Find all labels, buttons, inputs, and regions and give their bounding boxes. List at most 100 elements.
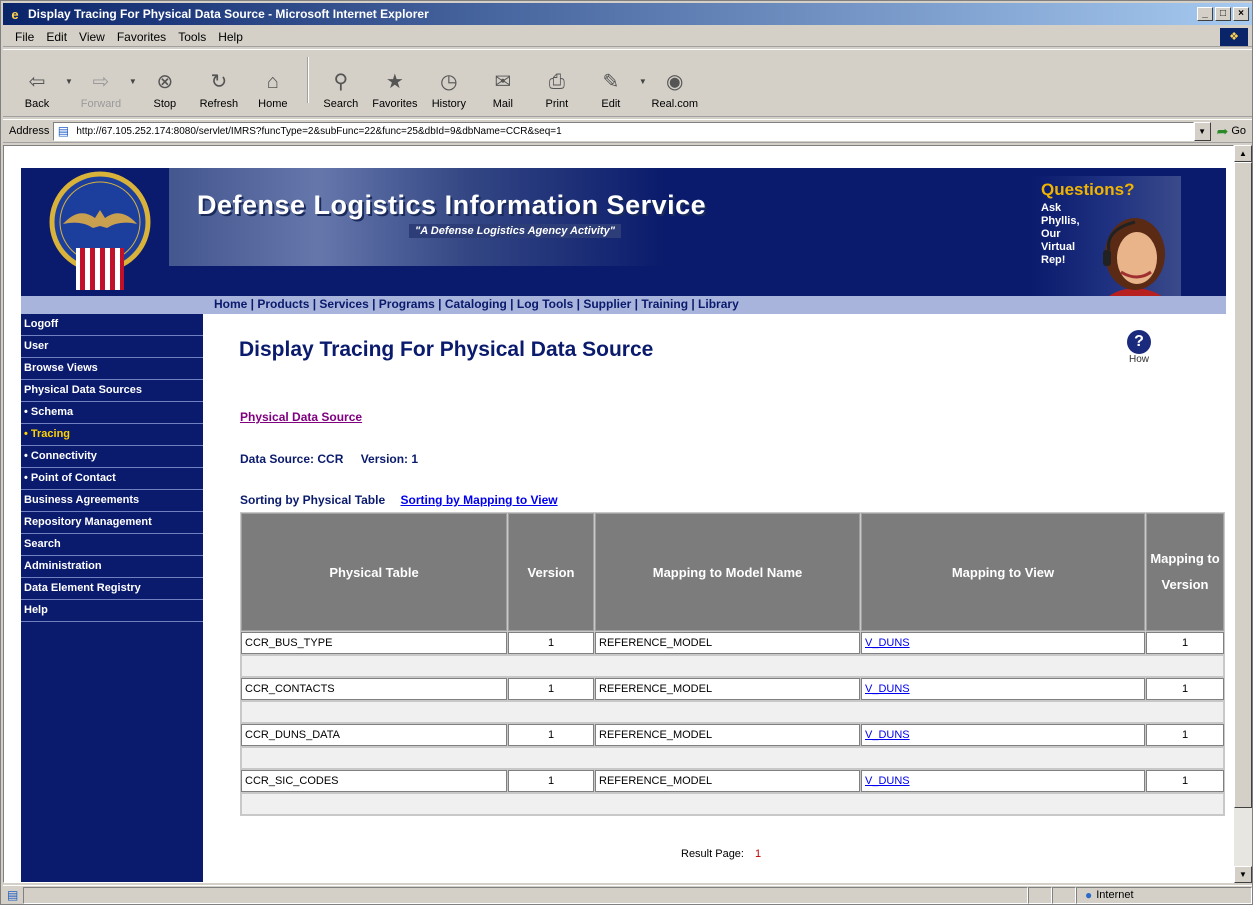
forward-button[interactable]: ⇨ Forward	[75, 70, 127, 110]
scroll-down-icon[interactable]: ▼	[1234, 866, 1252, 883]
address-dropdown-icon[interactable]: ▼	[1193, 121, 1211, 141]
banner-subtitle: "A Defense Logistics Agency Activity"	[409, 224, 621, 238]
cell-version: 1	[508, 678, 594, 700]
address-url: http://67.105.252.174:8080/servlet/IMRS?…	[76, 125, 562, 137]
cell-model: REFERENCE_MODEL	[595, 632, 860, 654]
top-nav-links[interactable]: Home | Products | Services | Programs | …	[214, 297, 739, 311]
cell-view: V_DUNS	[861, 724, 1145, 746]
security-zone: ● Internet	[1076, 886, 1252, 904]
version-label: Version: 1	[360, 452, 419, 466]
edit-button[interactable]: ✎ Edit	[585, 70, 637, 110]
result-page-number[interactable]: 1	[755, 848, 761, 860]
view-link[interactable]: V_DUNS	[865, 683, 910, 695]
home-button[interactable]: ⌂ Home	[247, 70, 299, 110]
cell-model: REFERENCE_MODEL	[595, 678, 860, 700]
forward-arrow-icon: ⇨	[92, 71, 110, 93]
col-mapping-view: Mapping to View	[861, 513, 1145, 631]
edit-dropdown-icon[interactable]: ▼	[639, 77, 647, 86]
refresh-icon: ↻	[210, 71, 228, 93]
cell-version: 1	[508, 632, 594, 654]
menu-file[interactable]: File	[9, 30, 40, 44]
address-label: Address	[9, 125, 50, 137]
sidebar-item-administration[interactable]: Administration	[21, 556, 203, 578]
sidebar-item-repository-management[interactable]: Repository Management	[21, 512, 203, 534]
sidebar-item-schema[interactable]: • Schema	[21, 402, 203, 424]
data-source-info: Data Source: CCR Version: 1	[240, 452, 432, 466]
real-icon: ◉	[666, 71, 684, 93]
cell-physical-table: CCR_DUNS_DATA	[241, 724, 507, 746]
close-button[interactable]: ×	[1233, 7, 1249, 21]
questions-text: Ask Phyllis, Our Virtual Rep!	[1041, 202, 1080, 266]
menu-edit[interactable]: Edit	[40, 30, 73, 44]
question-mark-icon: ?	[1127, 330, 1151, 354]
menu-view[interactable]: View	[73, 30, 111, 44]
search-button[interactable]: ⚲ Search	[315, 70, 367, 110]
sidebar-item-logoff[interactable]: Logoff	[21, 314, 203, 336]
stop-button[interactable]: ⊗ Stop	[139, 70, 191, 110]
go-button[interactable]: ➦ Go	[1217, 123, 1246, 140]
home-icon: ⌂	[266, 71, 279, 93]
result-page-label: Result Page:	[681, 848, 744, 860]
refresh-button[interactable]: ↻ Refresh	[193, 70, 245, 110]
cell-map-version: 1	[1146, 632, 1224, 654]
sidebar-item-help[interactable]: Help	[21, 600, 203, 622]
back-arrow-icon: ⇦	[28, 71, 46, 93]
title-bar: e Display Tracing For Physical Data Sour…	[3, 3, 1252, 25]
dlis-banner: Defense Logistics Information Service "A…	[21, 168, 1226, 314]
status-text-pane	[23, 886, 1028, 904]
sidebar-item-physical-data-sources[interactable]: Physical Data Sources	[21, 380, 203, 402]
menu-tools[interactable]: Tools	[172, 30, 212, 44]
cell-physical-table: CCR_SIC_CODES	[241, 770, 507, 792]
how-help-button[interactable]: ? How	[1121, 330, 1157, 365]
mail-icon: ✉	[494, 71, 512, 93]
sidebar-item-point-of-contact[interactable]: • Point of Contact	[21, 468, 203, 490]
table-row: CCR_SIC_CODES 1 REFERENCE_MODEL V_DUNS 1	[241, 770, 1224, 792]
sort-options: Sorting by Physical Table Sorting by Map…	[240, 493, 558, 507]
sidebar-item-browse-views[interactable]: Browse Views	[21, 358, 203, 380]
sidebar-item-tracing[interactable]: • Tracing	[21, 424, 203, 446]
scroll-up-icon[interactable]: ▲	[1234, 145, 1252, 162]
menu-bar: File Edit View Favorites Tools Help ❖	[3, 27, 1252, 47]
questions-title: Questions?	[1041, 180, 1135, 199]
menu-favorites[interactable]: Favorites	[111, 30, 172, 44]
menu-help[interactable]: Help	[212, 30, 249, 44]
sidebar-item-user[interactable]: User	[21, 336, 203, 358]
realcom-button[interactable]: ◉ Real.com	[649, 70, 701, 110]
sidebar-item-search[interactable]: Search	[21, 534, 203, 556]
go-arrow-icon: ➦	[1216, 122, 1229, 139]
sidebar-item-connectivity[interactable]: • Connectivity	[21, 446, 203, 468]
view-link[interactable]: V_DUNS	[865, 637, 910, 649]
sidebar: Logoff User Browse Views Physical Data S…	[21, 314, 203, 882]
table-header-row: Physical Table Version Mapping to Model …	[241, 513, 1224, 631]
address-input[interactable]: ▤ http://67.105.252.174:8080/servlet/IMR…	[53, 121, 1194, 141]
physical-data-source-link[interactable]: Physical Data Source	[240, 410, 362, 424]
spacer-row	[241, 793, 1224, 815]
windows-logo-icon: ❖	[1220, 27, 1248, 46]
favorites-button[interactable]: ★ Favorites	[369, 70, 421, 110]
back-button[interactable]: ⇦ Back	[11, 70, 63, 110]
page-status-icon: ▤	[7, 888, 19, 902]
table-row: CCR_CONTACTS 1 REFERENCE_MODEL V_DUNS 1	[241, 678, 1224, 700]
col-mapping-version: Mapping to Version	[1146, 513, 1224, 631]
maximize-button[interactable]: □	[1215, 7, 1231, 21]
how-label: How	[1128, 354, 1149, 365]
result-pager: Result Page: 1	[681, 848, 761, 860]
sidebar-item-business-agreements[interactable]: Business Agreements	[21, 490, 203, 512]
view-link[interactable]: V_DUNS	[865, 729, 910, 741]
back-dropdown-icon[interactable]: ▼	[65, 77, 73, 86]
tracing-table: Physical Table Version Mapping to Model …	[240, 512, 1225, 816]
top-nav: Home | Products | Services | Programs | …	[21, 296, 1226, 314]
history-button[interactable]: ◷ History	[423, 70, 475, 110]
sort-by-mapping-link[interactable]: Sorting by Mapping to View	[401, 493, 558, 507]
page-viewport: Defense Logistics Information Service "A…	[3, 145, 1234, 883]
minimize-button[interactable]: _	[1197, 7, 1213, 21]
window-title: Display Tracing For Physical Data Source…	[28, 7, 429, 21]
print-button[interactable]: ⎙ Print	[531, 70, 583, 110]
forward-dropdown-icon[interactable]: ▼	[129, 77, 137, 86]
ask-phyllis-link[interactable]: Questions? Ask Phyllis, Our Virtual Rep!	[1031, 176, 1181, 314]
view-link[interactable]: V_DUNS	[865, 775, 910, 787]
scroll-thumb[interactable]	[1234, 162, 1252, 808]
sidebar-item-data-element-registry[interactable]: Data Element Registry	[21, 578, 203, 600]
mail-button[interactable]: ✉ Mail	[477, 70, 529, 110]
vertical-scrollbar[interactable]: ▲ ▼	[1234, 145, 1252, 883]
